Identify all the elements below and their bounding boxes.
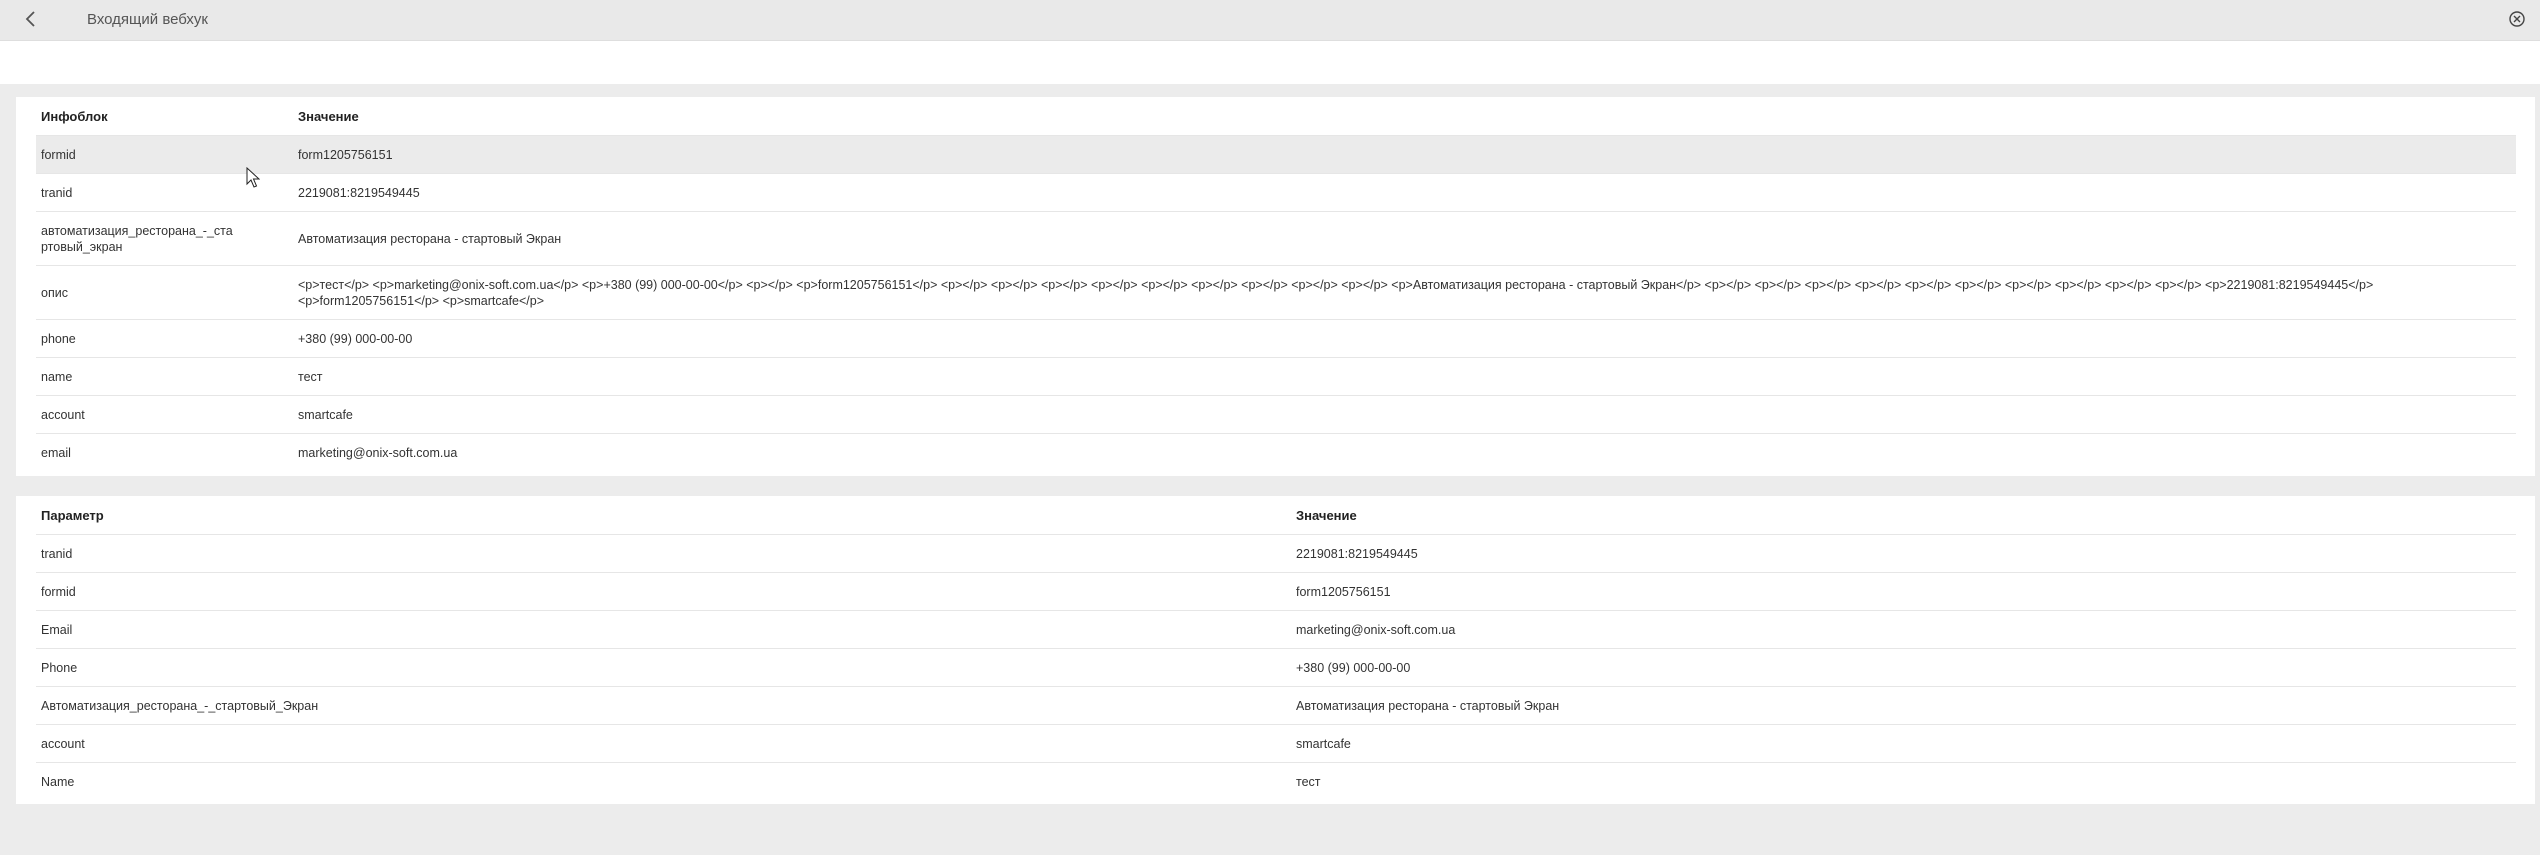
row-value: form1205756151: [293, 135, 2516, 174]
column-header-value: Значение: [293, 97, 2516, 136]
mouse-cursor-icon: [246, 167, 260, 188]
row-value: 2219081:8219549445: [1291, 534, 2516, 573]
row-key: phone: [36, 319, 293, 358]
column-header-value: Значение: [1291, 496, 2516, 535]
table-row: account smartcafe: [36, 724, 2516, 763]
table-row: автоматизация_ресторана_-_стартовый_экра…: [36, 211, 2516, 266]
table-row: опис <p>тест</p> <p>marketing@onix-soft.…: [36, 265, 2516, 320]
parameter-card: Параметр Значение tranid 2219081:8219549…: [16, 496, 2535, 804]
column-header-infoblock: Инфоблок: [36, 97, 293, 136]
row-value: +380 (99) 000-00-00: [1291, 648, 2516, 687]
chevron-left-icon: [25, 11, 35, 27]
row-key: Phone: [36, 648, 1291, 687]
row-value: marketing@onix-soft.com.ua: [298, 445, 458, 460]
row-key: опис: [36, 265, 293, 320]
close-circle-icon: [2509, 11, 2525, 27]
table-row: account smartcafe: [36, 395, 2516, 434]
row-value: marketing@onix-soft.com.ua: [1291, 610, 2516, 649]
column-header-parameter: Параметр: [36, 496, 1291, 535]
row-value: smartcafe: [293, 395, 2516, 434]
row-key: email: [41, 445, 71, 460]
row-value: +380 (99) 000-00-00: [293, 319, 2516, 358]
row-key: tranid: [36, 534, 1291, 573]
infoblock-card: Инфоблок Значение formid form1205756151 …: [16, 97, 2535, 476]
table-row: email marketing@onix-soft.com.ua: [36, 434, 2516, 472]
row-value: <p>тест</p> <p>marketing@onix-soft.com.u…: [293, 265, 2516, 320]
table-row: phone +380 (99) 000-00-00: [36, 319, 2516, 358]
row-value: тест: [293, 357, 2516, 396]
page-title: Входящий вебхук: [87, 11, 208, 28]
row-key: автоматизация_ресторана_-_стартовый_экра…: [36, 211, 293, 266]
row-key: account: [36, 724, 1291, 763]
table-row: tranid 2219081:8219549445: [36, 534, 2516, 573]
infoblock-table: Инфоблок Значение formid form1205756151 …: [36, 97, 2516, 471]
back-button[interactable]: [18, 6, 44, 32]
table-row: Email marketing@onix-soft.com.ua: [36, 610, 2516, 649]
row-key: Автоматизация_ресторана_-_стартовый_Экра…: [36, 686, 1291, 725]
row-key: Name: [41, 774, 75, 789]
row-key: account: [36, 395, 293, 434]
table-row: formid form1205756151: [36, 135, 2516, 174]
row-value: 2219081:8219549445: [293, 173, 2516, 212]
top-bar: Входящий вебхук: [0, 0, 2540, 41]
table-row: Name тест: [36, 763, 2516, 801]
table-row: tranid 2219081:8219549445: [36, 173, 2516, 212]
close-button[interactable]: [2508, 10, 2526, 28]
row-value: form1205756151: [1291, 572, 2516, 611]
row-key: Email: [36, 610, 1291, 649]
toolbar-area: [0, 41, 2540, 84]
row-value: smartcafe: [1291, 724, 2516, 763]
parameter-table: Параметр Значение tranid 2219081:8219549…: [36, 496, 2516, 800]
row-value: Автоматизация ресторана - стартовый Экра…: [1291, 686, 2516, 725]
row-key: name: [36, 357, 293, 396]
table-row: Автоматизация_ресторана_-_стартовый_Экра…: [36, 686, 2516, 725]
row-value: тест: [1296, 774, 1321, 789]
table-row: formid form1205756151: [36, 572, 2516, 611]
row-key: formid: [36, 572, 1291, 611]
row-value: Автоматизация ресторана - стартовый Экра…: [293, 211, 2516, 266]
table-row: Phone +380 (99) 000-00-00: [36, 648, 2516, 687]
table-row: name тест: [36, 357, 2516, 396]
